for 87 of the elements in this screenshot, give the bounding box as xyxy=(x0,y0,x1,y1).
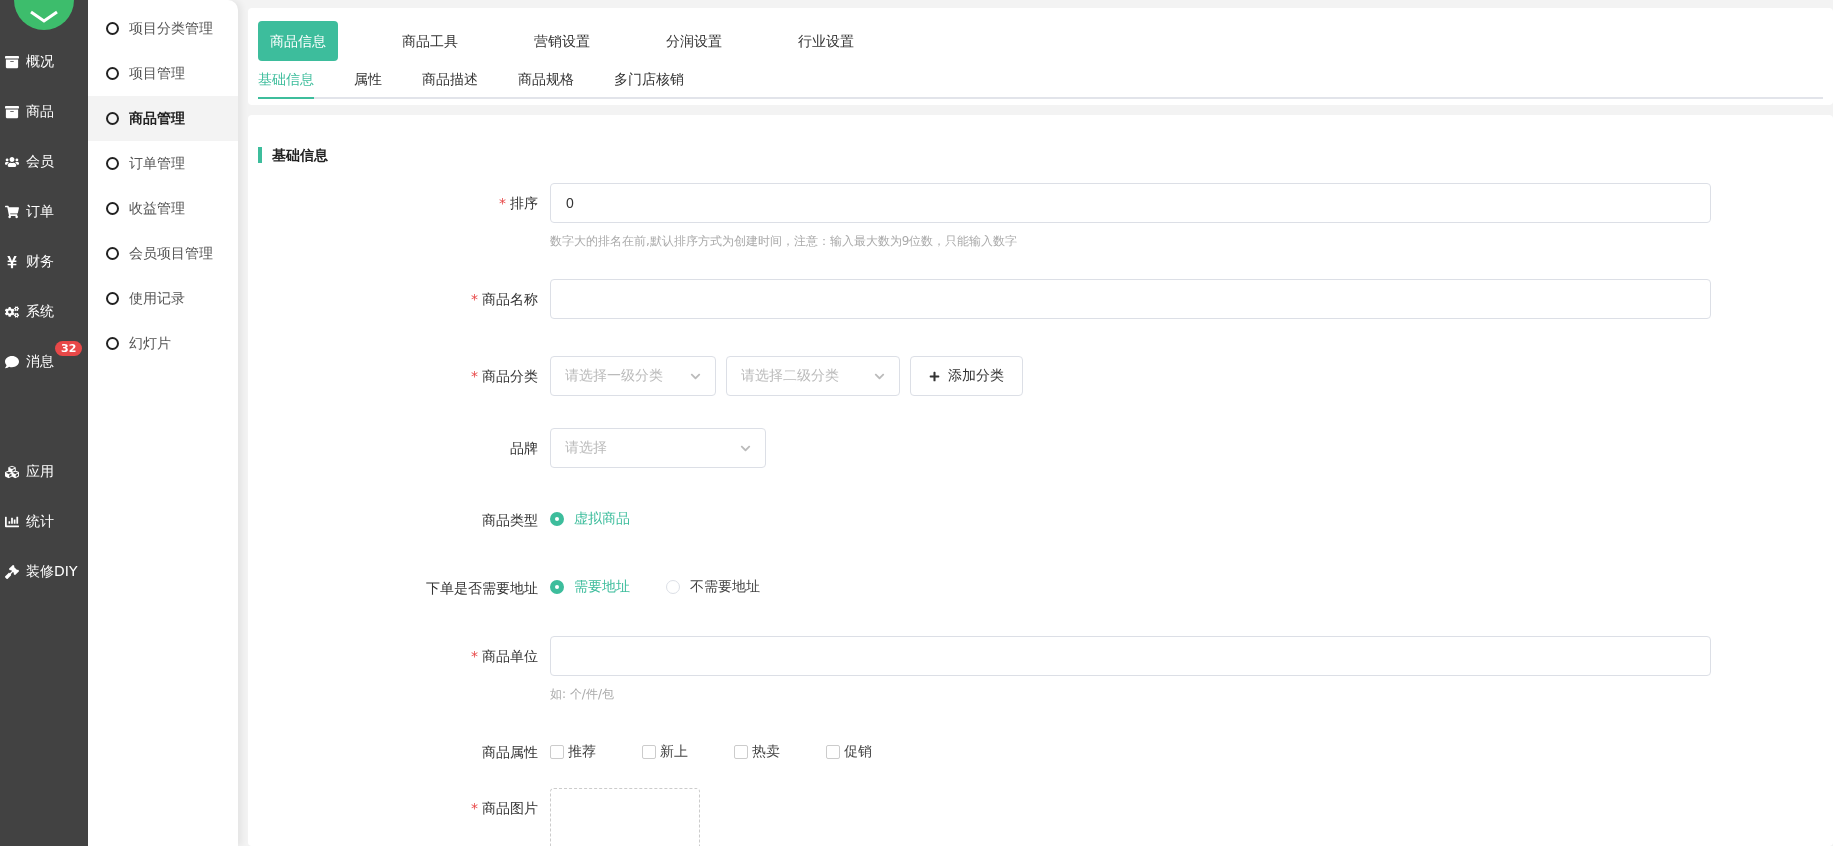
radio-option[interactable]: 不需要地址 xyxy=(666,578,760,596)
field-label: * 商品图片 xyxy=(470,799,538,818)
option-label: 推荐 xyxy=(568,743,596,761)
sidebar-item[interactable]: 应用 xyxy=(0,447,88,497)
circle-icon xyxy=(106,337,119,350)
circle-icon xyxy=(106,67,119,80)
circle-icon xyxy=(106,112,119,125)
checkbox-option[interactable]: 热卖 xyxy=(734,743,780,761)
subtab[interactable]: 商品描述 xyxy=(422,65,478,99)
cubes-icon xyxy=(4,465,20,479)
submenu-item[interactable]: 项目分类管理 xyxy=(88,6,238,51)
checkbox-option[interactable]: 新上 xyxy=(642,743,688,761)
sidebar-item[interactable]: 财务 xyxy=(0,237,88,287)
option-label: 需要地址 xyxy=(574,578,630,596)
box-icon xyxy=(4,55,20,69)
sidebar-item[interactable]: 统计 xyxy=(0,497,88,547)
submenu-label: 订单管理 xyxy=(129,154,185,173)
required-mark: * xyxy=(471,800,478,816)
sidebar-item[interactable]: 消息 32 xyxy=(0,337,88,387)
required-mark: * xyxy=(499,195,506,211)
submenu-label: 项目分类管理 xyxy=(129,19,213,38)
subtab[interactable]: 商品规格 xyxy=(518,65,574,99)
submenu-item[interactable]: 订单管理 xyxy=(88,141,238,186)
text-field[interactable] xyxy=(550,279,1711,319)
field-label: 商品属性 xyxy=(481,743,538,762)
required-mark: * xyxy=(471,368,478,384)
field-label: * 商品名称 xyxy=(470,290,538,309)
option-label: 新上 xyxy=(660,743,688,761)
subtab[interactable]: 多门店核销 xyxy=(614,65,684,99)
circle-icon xyxy=(106,22,119,35)
section-title: 基础信息 xyxy=(258,147,1823,163)
field-label: 下单是否需要地址 xyxy=(425,579,538,598)
submenu-label: 幻灯片 xyxy=(129,334,171,353)
tab[interactable]: 行业设置 xyxy=(786,21,866,61)
box-icon xyxy=(4,105,20,119)
circle-icon xyxy=(106,247,119,260)
option-label: 不需要地址 xyxy=(690,578,760,596)
field-hint: 如: 个/件/包 xyxy=(550,686,615,703)
sidebar-item[interactable]: 会员 xyxy=(0,137,88,187)
submenu-label: 会员项目管理 xyxy=(129,244,213,263)
circle-icon xyxy=(106,292,119,305)
subtab[interactable]: 属性 xyxy=(354,65,382,99)
submenu-item[interactable]: 商品管理 xyxy=(88,96,238,141)
speech-bubble-icon xyxy=(4,355,20,369)
submenu-item[interactable]: 收益管理 xyxy=(88,186,238,231)
sidebar-item[interactable]: 订单 xyxy=(0,187,88,237)
required-mark: * xyxy=(471,291,478,307)
circle-icon xyxy=(106,157,119,170)
submenu-label: 收益管理 xyxy=(129,199,185,218)
submenu-label: 使用记录 xyxy=(129,289,185,308)
submenu-label: 商品管理 xyxy=(129,109,185,128)
field-label: * 商品分类 xyxy=(470,367,538,386)
checkbox-option[interactable]: 促销 xyxy=(826,743,872,761)
sidebar-item[interactable]: 商品 xyxy=(0,87,88,137)
tab[interactable]: 营销设置 xyxy=(522,21,602,61)
sidebar-item[interactable]: 装修DIY xyxy=(0,547,88,597)
field-label: 品牌 xyxy=(509,439,538,458)
users-icon xyxy=(4,155,20,169)
field-label: * 排序 xyxy=(498,194,538,213)
submenu-item[interactable]: 幻灯片 xyxy=(88,321,238,366)
gavel-icon xyxy=(4,565,20,579)
plus-icon xyxy=(929,370,940,382)
tab[interactable]: 分润设置 xyxy=(654,21,734,61)
yen-icon xyxy=(4,255,20,269)
add-category-button[interactable]: 添加分类 xyxy=(910,356,1023,396)
sidebar-item[interactable]: 概况 xyxy=(0,37,88,87)
required-mark: * xyxy=(471,648,478,664)
gears-icon xyxy=(4,305,20,319)
cart-icon xyxy=(4,205,20,219)
circle-icon xyxy=(106,202,119,215)
bar-chart-icon xyxy=(4,515,20,529)
field-label: 商品类型 xyxy=(481,511,538,530)
submenu-item[interactable]: 项目管理 xyxy=(88,51,238,96)
submenu-label: 项目管理 xyxy=(129,64,185,83)
field-label: * 商品单位 xyxy=(470,647,538,666)
field-hint: 数字大的排名在前,默认排序方式为创建时间，注意：输入最大数为9位数，只能输入数字 xyxy=(550,233,1019,250)
text-field[interactable]: 0 xyxy=(550,183,1711,223)
option-label: 热卖 xyxy=(752,743,780,761)
sidebar-item[interactable]: 系统 xyxy=(0,287,88,337)
submenu-item[interactable]: 使用记录 xyxy=(88,276,238,321)
option-label: 促销 xyxy=(844,743,872,761)
option-label: 虚拟商品 xyxy=(574,510,630,528)
count-badge: 32 xyxy=(55,341,83,356)
checkbox-option[interactable]: 推荐 xyxy=(550,743,596,761)
tab[interactable]: 商品工具 xyxy=(390,21,470,61)
submenu-item[interactable]: 会员项目管理 xyxy=(88,231,238,276)
text-field[interactable] xyxy=(550,636,1711,676)
